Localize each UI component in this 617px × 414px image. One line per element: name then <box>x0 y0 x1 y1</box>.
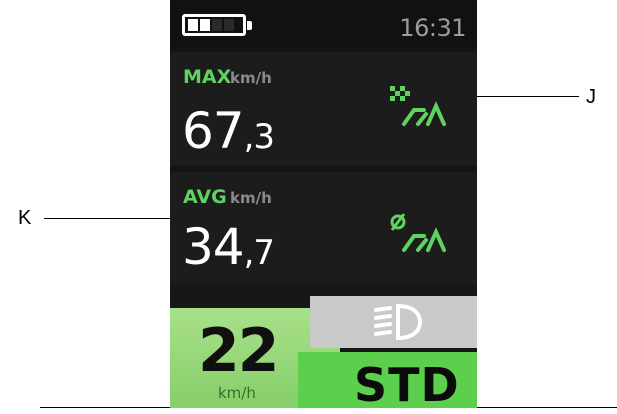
avg-unit: km/h <box>230 189 272 207</box>
max-label: MAX <box>183 66 232 88</box>
max-value: 67,3 <box>182 102 275 160</box>
avg-value: 34,7 <box>182 218 275 276</box>
headlight-button[interactable] <box>310 296 477 348</box>
current-speed-unit: km/h <box>218 384 256 402</box>
callout-label-k: K <box>18 207 32 229</box>
status-bar: 16:31 <box>170 0 477 48</box>
current-speed-value: 22 <box>198 316 279 386</box>
baseline-left <box>40 407 170 408</box>
display-screen: 16:31 MAX km/h 67,3 AVG km/h 34,7 22 km/… <box>170 0 477 408</box>
avg-speed-panel: AVG km/h 34,7 <box>170 172 477 284</box>
max-unit: km/h <box>230 69 272 87</box>
max-speed-panel: MAX km/h 67,3 <box>170 52 477 166</box>
avg-speed-icon <box>384 206 454 256</box>
assist-mode-label: STD <box>354 358 460 408</box>
headlight-icon <box>374 303 423 341</box>
max-speed-flag-icon <box>384 80 454 130</box>
clock-time: 16:31 <box>399 14 466 42</box>
baseline-right <box>477 407 617 408</box>
callout-label-j: J <box>586 86 596 108</box>
avg-label: AVG <box>183 186 227 208</box>
battery-icon <box>182 14 252 36</box>
callout-line-k <box>44 218 190 219</box>
